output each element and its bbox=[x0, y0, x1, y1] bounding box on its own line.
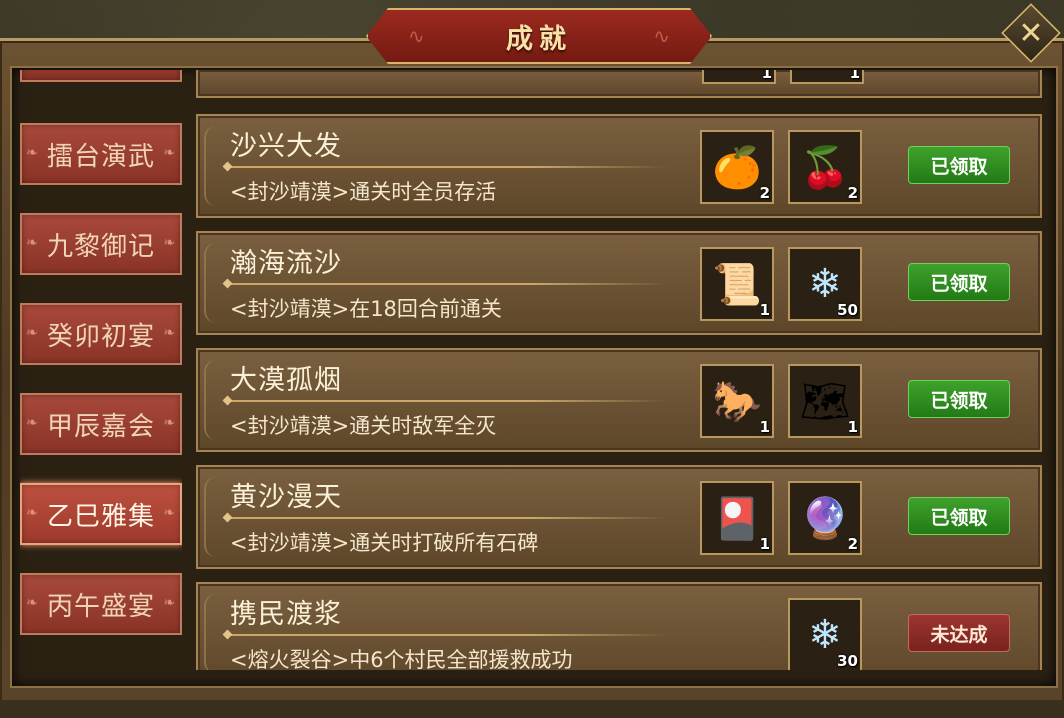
swirl-ornament-icon: ∿ bbox=[408, 24, 425, 48]
scroll-tube-icon: 📜 bbox=[712, 261, 762, 308]
reward-slot[interactable]: 🗺 1 bbox=[788, 364, 862, 438]
claimed-status-button[interactable]: 已领取 bbox=[908, 146, 1010, 184]
divider bbox=[226, 634, 666, 636]
sidebar-tab-label: 甲辰嘉会 bbox=[46, 411, 155, 442]
sidebar-tab-4-active[interactable]: 乙巳雅集 bbox=[20, 483, 182, 545]
achievement-name: 黄沙漫天 bbox=[230, 482, 342, 513]
achievement-desc: <封沙靖漠>通关时全员存活 bbox=[230, 180, 497, 204]
reward-slot[interactable]: 🎴 1 bbox=[700, 481, 774, 555]
reward-slot[interactable]: 🍒 2 bbox=[788, 130, 862, 204]
orange-fruit-icon: 🍊 bbox=[712, 144, 762, 191]
achievement-row-partial: 1 1 bbox=[196, 70, 1042, 98]
reward-count: 1 bbox=[847, 418, 858, 436]
achievement-row: 携民渡浆 <熔火裂谷>中6个村民全部援救成功 ❄ 30 未达成 bbox=[196, 582, 1042, 670]
bottom-strip bbox=[0, 700, 1064, 718]
achievement-name: 携民渡浆 bbox=[230, 599, 342, 630]
reward-count: 2 bbox=[847, 535, 858, 553]
reward-count: 1 bbox=[849, 70, 860, 82]
reward-count: 1 bbox=[761, 70, 772, 82]
sidebar-tab-2[interactable]: 癸卯初宴 bbox=[20, 303, 182, 365]
gold-card-icon: 🎴 bbox=[712, 495, 762, 542]
divider bbox=[226, 166, 666, 168]
claimed-status-button[interactable]: 已领取 bbox=[908, 263, 1010, 301]
achievement-name: 瀚海流沙 bbox=[230, 248, 342, 279]
sidebar-tab-partial[interactable] bbox=[20, 70, 182, 82]
achievement-desc: <熔火裂谷>中6个村民全部援救成功 bbox=[230, 648, 573, 670]
reward-count: 1 bbox=[759, 301, 770, 319]
reward-slot[interactable]: ❄ 30 bbox=[788, 598, 862, 670]
sidebar-tab-label: 癸卯初宴 bbox=[46, 321, 155, 352]
achievement-desc: <封沙靖漠>通关时打破所有石碑 bbox=[230, 531, 539, 555]
reward-slot[interactable]: 1 bbox=[702, 70, 776, 84]
sidebar-tab-label: 乙巳雅集 bbox=[46, 501, 155, 532]
reward-slot[interactable]: 1 bbox=[790, 70, 864, 84]
reward-count: 1 bbox=[759, 535, 770, 553]
divider bbox=[226, 283, 666, 285]
category-sidebar: 擂台演武 九黎御记 癸卯初宴 甲辰嘉会 乙巳雅集 丙午盛宴 bbox=[20, 70, 182, 670]
achievement-desc: <封沙靖漠>在18回合前通关 bbox=[230, 297, 502, 321]
reward-slot[interactable]: ❄ 50 bbox=[788, 247, 862, 321]
sidebar-tab-5[interactable]: 丙午盛宴 bbox=[20, 573, 182, 635]
reward-count: 2 bbox=[759, 184, 770, 202]
achievement-row: 瀚海流沙 <封沙靖漠>在18回合前通关 📜 1 ❄ 50 已领取 bbox=[196, 231, 1042, 335]
reward-count: 30 bbox=[837, 652, 858, 670]
swirl-ornament-icon: ∿ bbox=[653, 24, 670, 48]
title-plate: ∿ 成就 ∿ bbox=[366, 8, 712, 64]
sidebar-tab-label: 丙午盛宴 bbox=[46, 591, 155, 622]
reward-count: 1 bbox=[759, 418, 770, 436]
reward-slot[interactable]: 🐎 1 bbox=[700, 364, 774, 438]
achievement-row: 沙兴大发 <封沙靖漠>通关时全员存活 🍊 2 🍒 2 已领取 bbox=[196, 114, 1042, 218]
divider bbox=[226, 517, 666, 519]
divider bbox=[226, 400, 666, 402]
war-horse-icon: 🐎 bbox=[712, 378, 762, 425]
achievement-list[interactable]: 1 1 沙兴大发 <封沙靖漠>通关时全员存活 🍊 2 🍒 2 已领取 瀚海流沙 … bbox=[196, 70, 1044, 670]
reward-slot[interactable]: 📜 1 bbox=[700, 247, 774, 321]
reward-count: 2 bbox=[847, 184, 858, 202]
sidebar-tab-label: 擂台演武 bbox=[46, 141, 155, 172]
achievement-name: 沙兴大发 bbox=[230, 131, 342, 162]
map-scroll-icon: 🗺 bbox=[799, 378, 851, 425]
unachieved-status-button[interactable]: 未达成 bbox=[908, 614, 1010, 652]
claimed-status-button[interactable]: 已领取 bbox=[908, 380, 1010, 418]
rainbow-orb-icon: 🔮 bbox=[800, 495, 850, 542]
achievement-name: 大漠孤烟 bbox=[230, 365, 342, 396]
sidebar-tab-1[interactable]: 九黎御记 bbox=[20, 213, 182, 275]
claimed-status-button[interactable]: 已领取 bbox=[908, 497, 1010, 535]
sidebar-tab-label: 九黎御记 bbox=[46, 231, 155, 262]
achievement-row: 黄沙漫天 <封沙靖漠>通关时打破所有石碑 🎴 1 🔮 2 已领取 bbox=[196, 465, 1042, 569]
achievement-row: 大漠孤烟 <封沙靖漠>通关时敌军全灭 🐎 1 🗺 1 已领取 bbox=[196, 348, 1042, 452]
reward-count: 50 bbox=[837, 301, 858, 319]
page-title: 成就 bbox=[506, 23, 572, 55]
close-icon[interactable]: ✕ bbox=[1004, 6, 1058, 60]
achievement-desc: <封沙靖漠>通关时敌军全灭 bbox=[230, 414, 497, 438]
reward-slot[interactable]: 🍊 2 bbox=[700, 130, 774, 204]
reward-slot[interactable]: 🔮 2 bbox=[788, 481, 862, 555]
sidebar-tab-0[interactable]: 擂台演武 bbox=[20, 123, 182, 185]
cherry-icon: 🍒 bbox=[800, 144, 850, 191]
sidebar-tab-3[interactable]: 甲辰嘉会 bbox=[20, 393, 182, 455]
